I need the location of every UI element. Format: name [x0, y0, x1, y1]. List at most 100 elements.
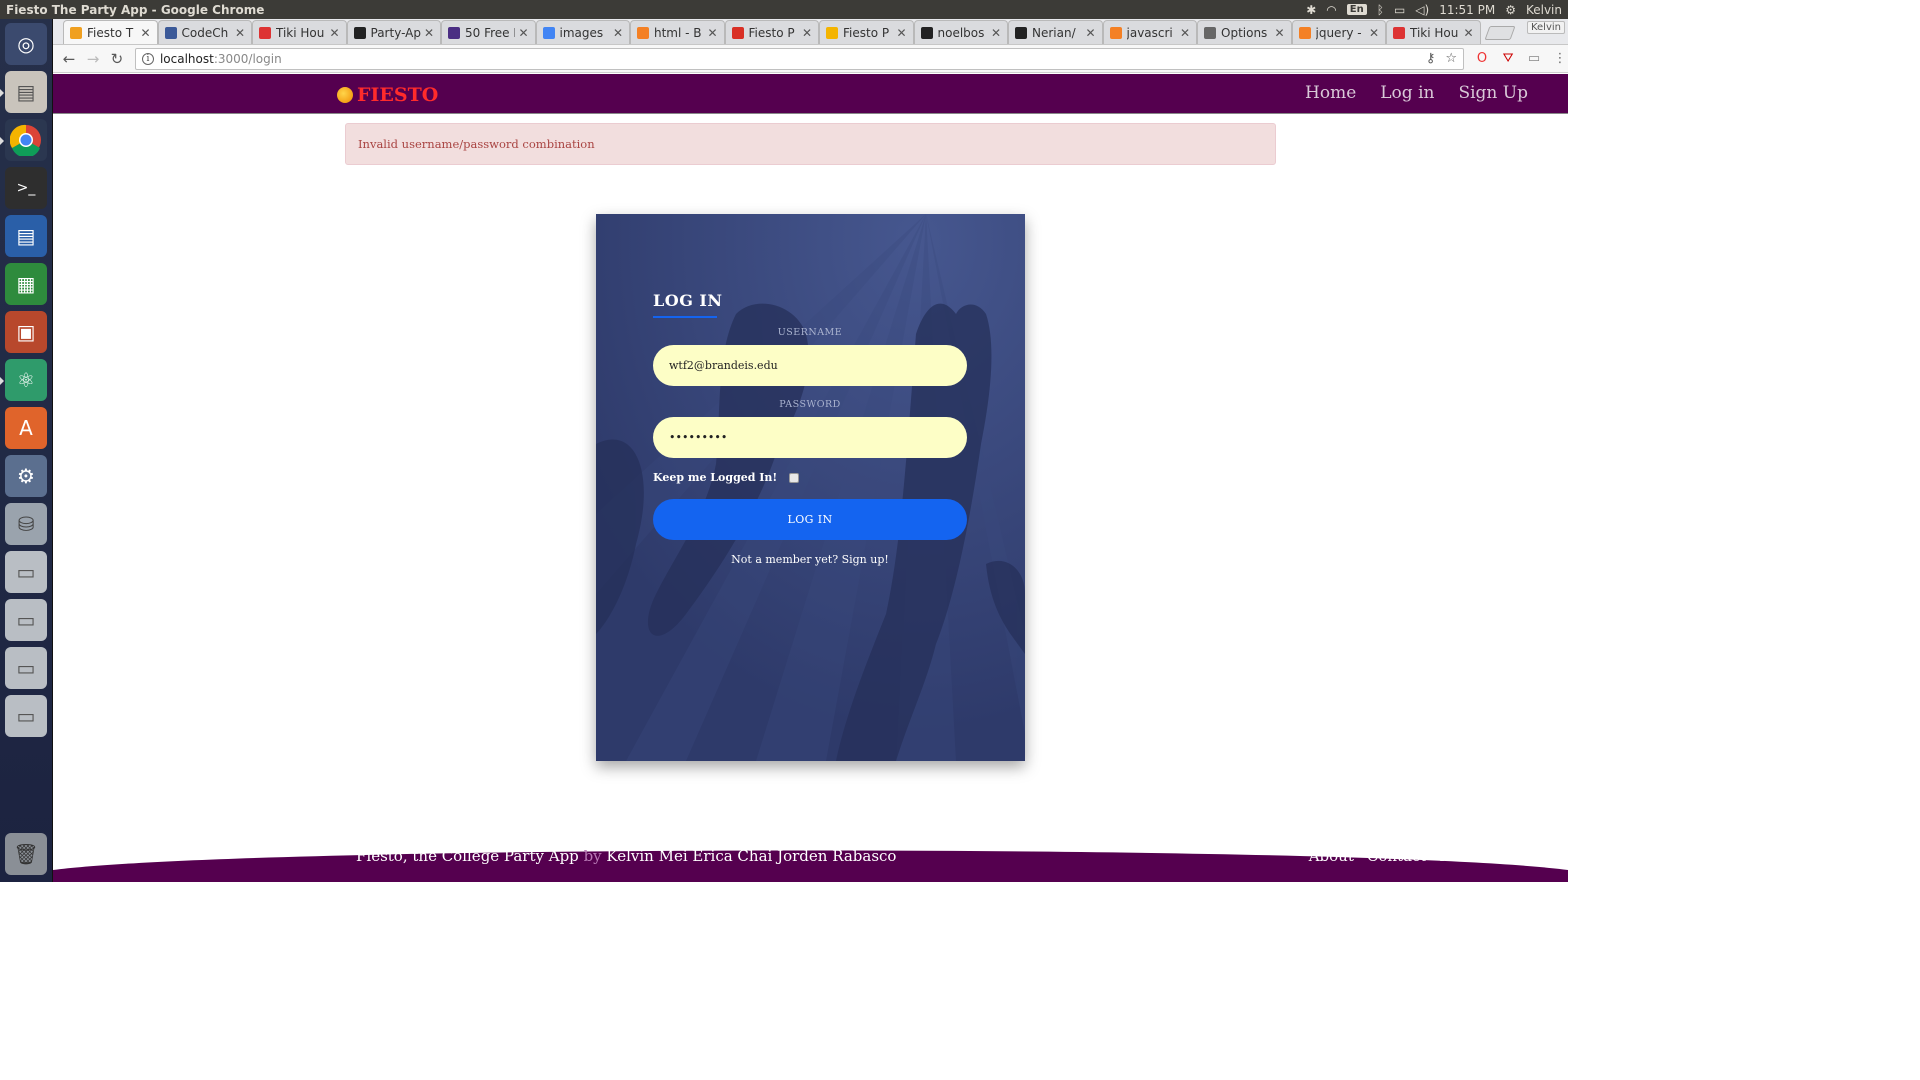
tab-title: jquery -	[1315, 25, 1362, 40]
volume-icon[interactable]: ◁)	[1415, 3, 1429, 17]
address-bar[interactable]: i localhost:3000/login ⚷ ☆	[134, 47, 1465, 70]
github-icon	[920, 26, 933, 39]
login-button[interactable]: LOG IN	[653, 499, 967, 540]
browser-tab[interactable]: Nerian/ ✕	[1008, 20, 1103, 44]
forward-arrow-icon[interactable]: →	[81, 47, 105, 71]
close-tab-icon[interactable]: ✕	[613, 26, 623, 40]
google-icon	[542, 26, 555, 39]
close-tab-icon[interactable]: ✕	[896, 26, 906, 40]
close-tab-icon[interactable]: ✕	[1085, 26, 1095, 40]
browser-tab[interactable]: Tiki Hou ✕	[252, 20, 347, 44]
new-tab-button[interactable]	[1483, 26, 1516, 40]
facebook-icon	[164, 26, 177, 39]
browser-tab[interactable]: noelbos ✕	[913, 20, 1008, 44]
battery-icon[interactable]: ▭	[1394, 3, 1405, 17]
browser-tab[interactable]: images ✕	[535, 20, 630, 44]
close-tab-icon[interactable]: ✕	[1274, 26, 1284, 40]
close-tab-icon[interactable]: ✕	[1463, 26, 1473, 40]
terminal-icon[interactable]: >_	[5, 167, 47, 209]
site-icon	[448, 26, 460, 39]
footer-contact-link[interactable]: Contact	[1367, 847, 1427, 865]
wifi-icon[interactable]: ◠	[1326, 3, 1336, 17]
browser-tab[interactable]: html - B ✕	[630, 20, 725, 44]
nav-links: Home Log in Sign Up	[1305, 83, 1528, 103]
dropbox-icon[interactable]: ✱	[1306, 3, 1316, 17]
page-extension-icon[interactable]: ▭	[1526, 51, 1542, 67]
adobe-extension-icon[interactable]: ⛛	[1500, 51, 1516, 67]
close-tab-icon[interactable]: ✕	[235, 26, 245, 40]
login-title: LOG IN	[653, 291, 723, 310]
browser-tab[interactable]: 50 Free I ✕	[441, 20, 536, 44]
browser-tab[interactable]: jquery - ✕	[1291, 20, 1386, 44]
system-settings-icon[interactable]: ⚙	[5, 455, 47, 497]
drive-icon[interactable]: ▭	[5, 695, 47, 737]
close-tab-icon[interactable]: ✕	[329, 26, 339, 40]
settings-gear-icon[interactable]: ⚙	[1505, 3, 1516, 17]
browser-tab[interactable]: Fiesto P ✕	[819, 20, 914, 44]
close-tab-icon[interactable]: ✕	[140, 26, 150, 40]
nav-signup-link[interactable]: Sign Up	[1458, 83, 1528, 103]
browser-tab[interactable]: Fiesto T ✕	[63, 20, 158, 44]
tab-title: Party-Ap	[370, 25, 421, 40]
browser-tab[interactable]: Tiki Hou ✕	[1386, 20, 1481, 44]
trash-icon[interactable]: 🗑	[5, 833, 47, 875]
browser-tab[interactable]: Party-Ap ✕	[346, 20, 441, 44]
nav-login-link[interactable]: Log in	[1380, 83, 1434, 103]
chrome-icon[interactable]	[5, 119, 47, 161]
profile-button[interactable]: Kelvin	[1526, 21, 1565, 34]
nav-home-link[interactable]: Home	[1305, 83, 1356, 103]
close-tab-icon[interactable]: ✕	[707, 26, 717, 40]
drive-icon[interactable]: ▭	[5, 551, 47, 593]
reload-icon[interactable]: ↻	[105, 47, 129, 71]
browser-tab[interactable]: Options ✕	[1197, 20, 1292, 44]
close-tab-icon[interactable]: ✕	[1180, 26, 1190, 40]
file-manager-icon[interactable]: ▤	[5, 71, 47, 113]
browser-tab[interactable]: Fiesto P ✕	[724, 20, 819, 44]
keep-logged-in-checkbox[interactable]	[789, 473, 799, 483]
browser-tab[interactable]: CodeCh ✕	[157, 20, 252, 44]
back-arrow-icon[interactable]: ←	[57, 47, 81, 71]
keep-logged-in-label: Keep me Logged In!	[653, 471, 778, 484]
browser-toolbar: ← → ↻ i localhost:3000/login ⚷ ☆ O ⛛ ▭ ⋮	[53, 45, 1568, 73]
close-tab-icon[interactable]: ✕	[518, 26, 528, 40]
bluetooth-icon[interactable]: ᛒ	[1377, 3, 1384, 17]
signup-link[interactable]: Not a member yet? Sign up!	[653, 553, 967, 566]
keyboard-layout-indicator[interactable]: En	[1346, 4, 1367, 15]
atom-editor-icon[interactable]: ⚛	[5, 359, 47, 401]
chrome-menu-icon[interactable]: ⋮	[1552, 51, 1568, 67]
error-alert: Invalid username/password combination	[345, 123, 1276, 165]
username-input[interactable]	[653, 345, 967, 386]
drive-icon[interactable]: ▭	[5, 647, 47, 689]
drive-icon[interactable]: ▭	[5, 599, 47, 641]
url-path: :3000/login	[213, 51, 282, 66]
bookmark-star-icon[interactable]: ☆	[1445, 51, 1457, 66]
close-tab-icon[interactable]: ✕	[991, 26, 1001, 40]
impress-icon[interactable]: ▣	[5, 311, 47, 353]
database-icon[interactable]: ⛁	[5, 503, 47, 545]
fiesto-icon	[70, 26, 82, 39]
tab-title: Nerian/	[1032, 25, 1076, 40]
user-name[interactable]: Kelvin	[1526, 3, 1562, 17]
footer-about-link[interactable]: About	[1309, 847, 1354, 865]
info-icon[interactable]: i	[141, 52, 154, 65]
tab-title: Tiki Hou	[1410, 25, 1459, 40]
calc-icon[interactable]: ▦	[5, 263, 47, 305]
site-footer: Fiesto, the College Party App by Kelvin …	[53, 840, 1568, 882]
software-center-icon[interactable]: A	[5, 407, 47, 449]
clock[interactable]: 11:51 PM	[1439, 3, 1495, 17]
brand-link[interactable]: FIESTO	[337, 84, 438, 106]
password-input[interactable]	[653, 417, 967, 458]
tab-title: images	[559, 25, 604, 40]
close-tab-icon[interactable]: ✕	[1369, 26, 1379, 40]
github-icon	[1015, 26, 1027, 39]
close-tab-icon[interactable]: ✕	[424, 26, 434, 40]
footer-news-link[interactable]: News	[1439, 847, 1482, 865]
browser-tab[interactable]: javascri ✕	[1102, 20, 1197, 44]
opera-extension-icon[interactable]: O	[1474, 51, 1490, 67]
key-icon[interactable]: ⚷	[1426, 51, 1436, 66]
window-title: Fiesto The Party App - Google Chrome	[6, 2, 265, 17]
close-tab-icon[interactable]: ✕	[802, 26, 812, 40]
writer-icon[interactable]: ▤	[5, 215, 47, 257]
ubuntu-dash-icon[interactable]: ◎	[5, 23, 47, 65]
app-launcher: ◎ ▤ >_ ▤ ▦ ▣ ⚛ A ⚙ ⛁ ▭ ▭ ▭ ▭ 🗑	[0, 19, 53, 882]
